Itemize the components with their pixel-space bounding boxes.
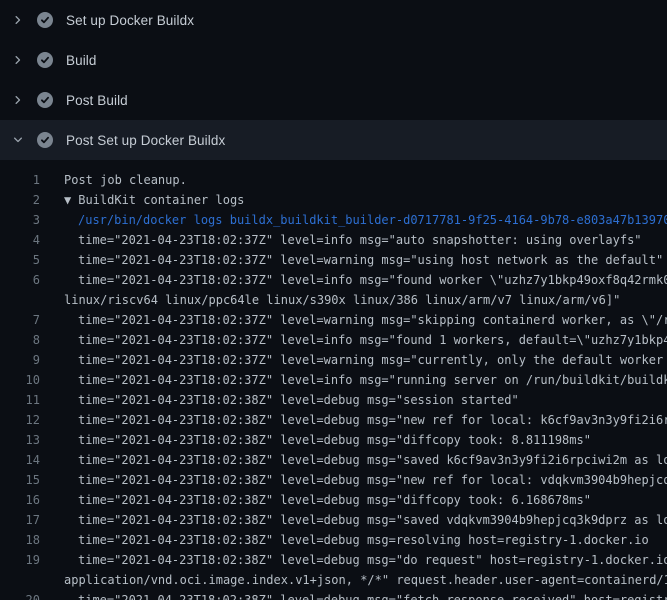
log-text: time="2021-04-23T18:02:38Z" level=debug … xyxy=(78,550,667,570)
log-text: Post job cleanup. xyxy=(64,170,187,190)
chevron-down-icon xyxy=(10,132,26,148)
log-text: time="2021-04-23T18:02:37Z" level=info m… xyxy=(78,270,667,290)
log-line: 19 time="2021-04-23T18:02:38Z" level=debu… xyxy=(0,550,667,570)
line-number xyxy=(0,290,40,310)
log-line: 18 time="2021-04-23T18:02:38Z" level=debu… xyxy=(0,530,667,550)
actions-log-viewer: { "colors": { "background": "#0b0e14", "… xyxy=(0,0,667,600)
line-number[interactable]: 5 xyxy=(0,250,40,270)
log-line: 20 time="2021-04-23T18:02:38Z" level=debu… xyxy=(0,590,667,600)
log-line: 4 time="2021-04-23T18:02:37Z" level=info … xyxy=(0,230,667,250)
log-text: time="2021-04-23T18:02:37Z" level=warnin… xyxy=(78,350,667,370)
log-line: 7 time="2021-04-23T18:02:37Z" level=warni… xyxy=(0,310,667,330)
chevron-right-icon xyxy=(10,52,26,68)
line-number[interactable]: 1 xyxy=(0,170,40,190)
log-line: 9 time="2021-04-23T18:02:37Z" level=warni… xyxy=(0,350,667,370)
log-line: 8 time="2021-04-23T18:02:37Z" level=info … xyxy=(0,330,667,350)
log-text: time="2021-04-23T18:02:38Z" level=debug … xyxy=(78,410,667,430)
group-expanded-triangle-icon[interactable]: ▼ xyxy=(64,193,71,207)
log-line: 13 time="2021-04-23T18:02:38Z" level=debu… xyxy=(0,430,667,450)
log-line: 16 time="2021-04-23T18:02:38Z" level=debu… xyxy=(0,490,667,510)
log-text: time="2021-04-23T18:02:37Z" level=info m… xyxy=(78,230,642,250)
step-header-post-build[interactable]: Post Build xyxy=(0,80,667,120)
line-number[interactable]: 10 xyxy=(0,370,40,390)
step-label: Build xyxy=(66,53,97,68)
log-line: 3/usr/bin/docker logs buildx_buildkit_bu… xyxy=(0,210,667,230)
check-circle-icon xyxy=(37,52,53,68)
log-text: time="2021-04-23T18:02:38Z" level=debug … xyxy=(78,450,667,470)
log-line: 10 time="2021-04-23T18:02:37Z" level=info… xyxy=(0,370,667,390)
line-number[interactable]: 2 xyxy=(0,190,40,210)
log-text: time="2021-04-23T18:02:37Z" level=info m… xyxy=(78,330,667,350)
line-number[interactable]: 11 xyxy=(0,390,40,410)
chevron-right-icon xyxy=(10,92,26,108)
log-line: 15 time="2021-04-23T18:02:38Z" level=debu… xyxy=(0,470,667,490)
log-text: time="2021-04-23T18:02:38Z" level=debug … xyxy=(78,430,591,450)
log-command-text: /usr/bin/docker logs buildx_buildkit_bui… xyxy=(78,210,667,230)
line-number[interactable]: 7 xyxy=(0,310,40,330)
line-number[interactable]: 9 xyxy=(0,350,40,370)
line-number[interactable]: 6 xyxy=(0,270,40,290)
log-line: 17 time="2021-04-23T18:02:38Z" level=debu… xyxy=(0,510,667,530)
log-line: 2 ▼ BuildKit container logs xyxy=(0,190,667,210)
log-line: 11 time="2021-04-23T18:02:38Z" level=debu… xyxy=(0,390,667,410)
log-text: time="2021-04-23T18:02:38Z" level=debug … xyxy=(78,590,667,600)
step-list: Set up Docker Buildx Build Post Build Post … xyxy=(0,0,667,160)
log-text: time="2021-04-23T18:02:38Z" level=debug … xyxy=(78,510,667,530)
log-text: time="2021-04-23T18:02:38Z" level=debug … xyxy=(78,470,667,490)
step-header-set-up-docker-buildx[interactable]: Set up Docker Buildx xyxy=(0,0,667,40)
step-header-post-set-up-docker-buildx[interactable]: Post Set up Docker Buildx xyxy=(0,120,667,160)
step-label: Post Set up Docker Buildx xyxy=(66,133,225,148)
log-line: 14 time="2021-04-23T18:02:38Z" level=debu… xyxy=(0,450,667,470)
line-number[interactable]: 4 xyxy=(0,230,40,250)
step-header-build[interactable]: Build xyxy=(0,40,667,80)
log-text: time="2021-04-23T18:02:37Z" level=info m… xyxy=(78,370,667,390)
line-number[interactable]: 19 xyxy=(0,550,40,570)
step-label: Post Build xyxy=(66,93,128,108)
check-circle-icon xyxy=(37,12,53,28)
line-number xyxy=(0,570,40,590)
log-text: application/vnd.oci.image.index.v1+json,… xyxy=(64,570,667,590)
chevron-right-icon xyxy=(10,12,26,28)
check-circle-icon xyxy=(37,92,53,108)
line-number[interactable]: 12 xyxy=(0,410,40,430)
step-label: Set up Docker Buildx xyxy=(66,13,194,28)
check-circle-icon xyxy=(37,132,53,148)
log-area: 1 Post job cleanup. 2 ▼ BuildKit container l… xyxy=(0,160,667,600)
log-line: 6 time="2021-04-23T18:02:37Z" level=info … xyxy=(0,270,667,290)
log-line: 5 time="2021-04-23T18:02:37Z" level=warni… xyxy=(0,250,667,270)
log-text: time="2021-04-23T18:02:38Z" level=debug … xyxy=(78,390,519,410)
log-text: time="2021-04-23T18:02:38Z" level=debug … xyxy=(78,490,591,510)
log-line-wrap: application/vnd.oci.image.index.v1+json,… xyxy=(0,570,667,590)
group-title[interactable]: BuildKit container logs xyxy=(78,193,244,207)
log-text: linux/riscv64 linux/ppc64le linux/s390x … xyxy=(64,290,620,310)
log-group-toggle[interactable]: ▼ BuildKit container logs xyxy=(64,190,244,210)
line-number[interactable]: 3 xyxy=(0,210,40,230)
log-line: 1 Post job cleanup. xyxy=(0,170,667,190)
line-number[interactable]: 17 xyxy=(0,510,40,530)
line-number[interactable]: 13 xyxy=(0,430,40,450)
line-number[interactable]: 16 xyxy=(0,490,40,510)
line-number[interactable]: 14 xyxy=(0,450,40,470)
line-number[interactable]: 8 xyxy=(0,330,40,350)
log-text: time="2021-04-23T18:02:38Z" level=debug … xyxy=(78,530,649,550)
log-line: 12 time="2021-04-23T18:02:38Z" level=debu… xyxy=(0,410,667,430)
log-line-wrap: linux/riscv64 linux/ppc64le linux/s390x … xyxy=(0,290,667,310)
line-number[interactable]: 18 xyxy=(0,530,40,550)
line-number[interactable]: 15 xyxy=(0,470,40,490)
log-text: time="2021-04-23T18:02:37Z" level=warnin… xyxy=(78,250,663,270)
log-text: time="2021-04-23T18:02:37Z" level=warnin… xyxy=(78,310,667,330)
line-number[interactable]: 20 xyxy=(0,590,40,600)
